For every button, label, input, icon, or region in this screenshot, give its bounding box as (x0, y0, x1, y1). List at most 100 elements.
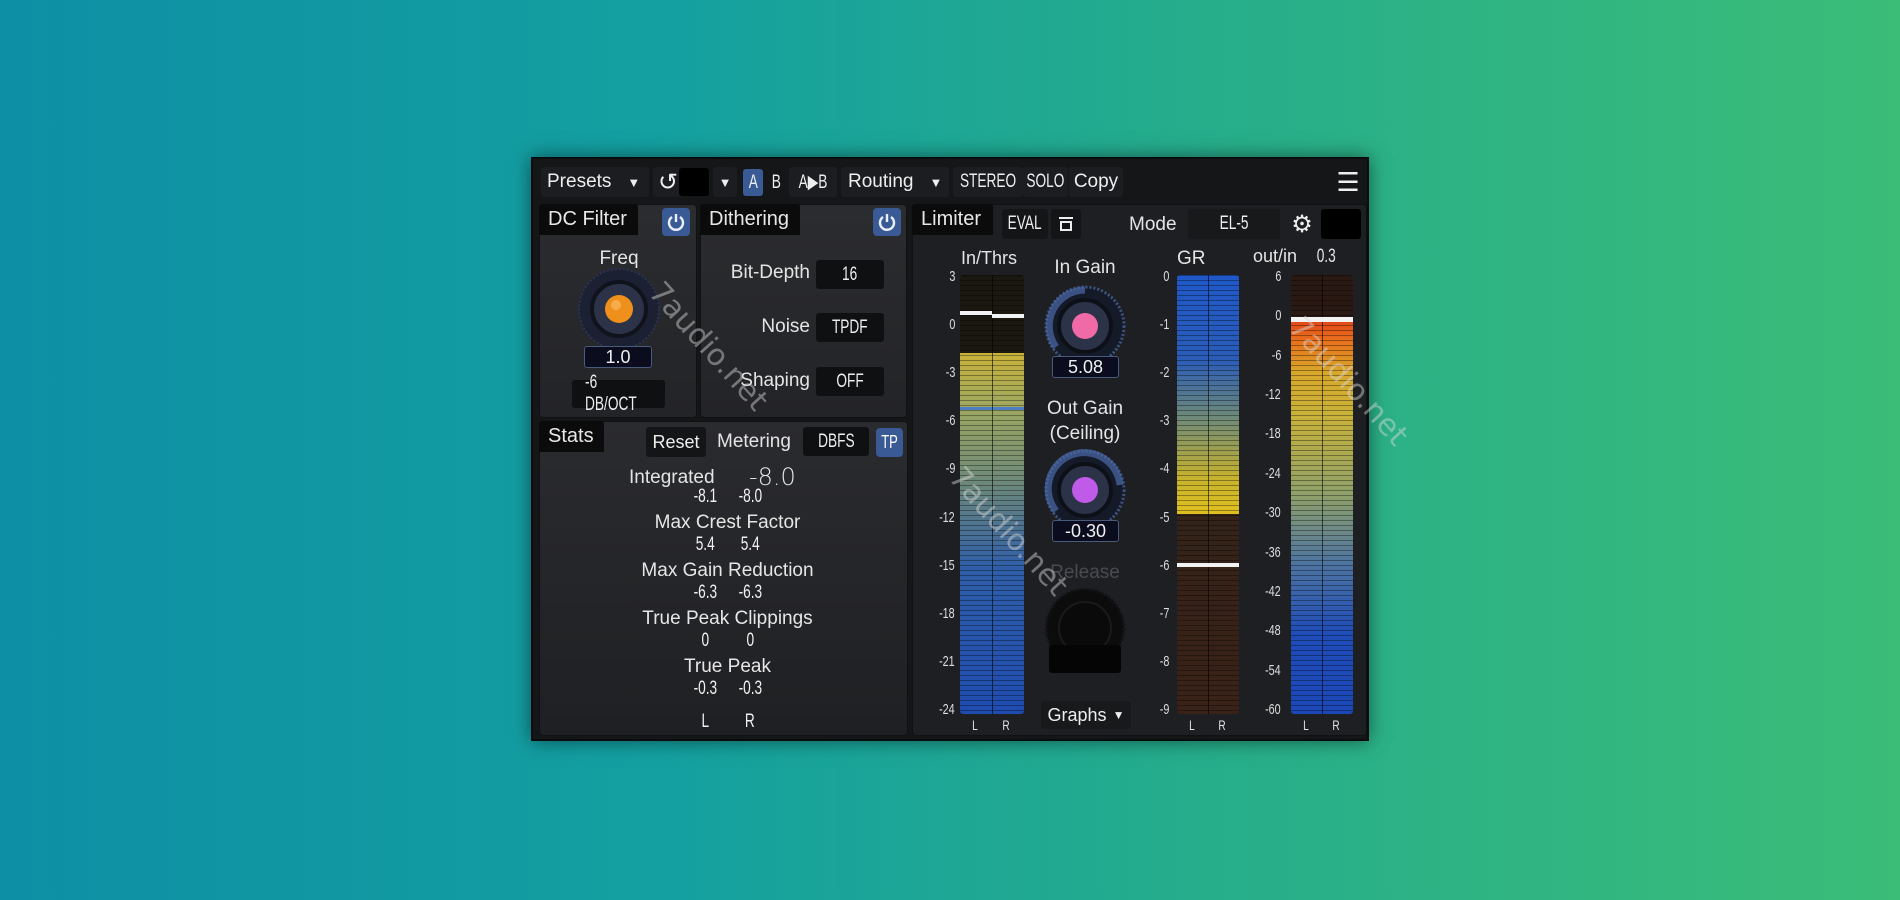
channel-label-r: R (1002, 717, 1010, 733)
channel-label-l: L (972, 717, 978, 733)
out-gain-value[interactable]: -0.30 (1052, 520, 1119, 542)
presets-label: Presets (547, 171, 612, 192)
gain-reduction-meter[interactable] (1177, 275, 1239, 714)
stat-value-l: -8.1 (693, 486, 717, 507)
gr-max-line (1177, 562, 1239, 567)
noise-selector[interactable]: TPDF (816, 313, 884, 342)
scale-tick-label: -9 (1159, 701, 1169, 718)
peak-hold-r (992, 314, 1024, 319)
scale-tick-label: -5 (1159, 508, 1169, 526)
scale-tick-label: -12 (1265, 386, 1281, 404)
presets-button[interactable]: Presets ▼ (541, 167, 649, 197)
mode-label: Mode (1129, 214, 1177, 235)
scale-tick-label: -54 (1265, 661, 1281, 679)
channel-label-l: L (1188, 717, 1195, 733)
stats-panel: Stats Reset Metering DBFS TP Integrated … (539, 421, 908, 736)
stat-label: Max Gain Reduction (641, 560, 814, 581)
stat-value-l: 5.4 (695, 534, 715, 555)
scale-tick-label: -60 (1265, 701, 1281, 718)
scale-tick-label: -4 (1159, 460, 1169, 478)
dithering-power-button[interactable] (873, 208, 901, 236)
chevron-down-icon: ▼ (718, 174, 732, 190)
scale-tick-label: -18 (1265, 425, 1281, 443)
menu-button[interactable]: ☰ (1333, 167, 1363, 197)
preset-name-field[interactable] (679, 168, 709, 196)
in-gain-value[interactable]: 5.08 (1052, 356, 1119, 378)
scale-tick-label: -15 (939, 556, 955, 574)
scale-tick-label: -7 (1159, 604, 1169, 622)
noise-label: Noise (761, 316, 810, 337)
scale-tick-label: -6 (1159, 556, 1169, 574)
power-icon (667, 214, 685, 231)
stats-title: Stats (539, 421, 604, 452)
scale-tick-label: -42 (1265, 582, 1281, 600)
freq-knob[interactable] (577, 267, 661, 351)
mode-selector[interactable]: EL-5 (1188, 209, 1280, 239)
graphs-dropdown[interactable]: Graphs ▼ (1041, 701, 1131, 729)
shaping-selector[interactable]: OFF (816, 367, 884, 396)
scale-tick-label: 0 (948, 316, 955, 334)
reset-button[interactable]: Reset (646, 427, 706, 457)
status-box (1321, 209, 1361, 239)
out-in-label: out/in (1253, 246, 1298, 266)
in-gain-knob[interactable] (1044, 285, 1126, 367)
settings-button[interactable]: ⚙ (1287, 209, 1317, 239)
stat-value-r: -0.3 (738, 678, 762, 699)
bypass-button[interactable] (1051, 209, 1081, 239)
metering-label: Metering (717, 431, 791, 452)
scale-tick-label: 0 (1274, 307, 1281, 325)
scale-tick-label: -48 (1265, 622, 1281, 640)
out-gain-label: Out Gain (1046, 398, 1124, 419)
stat-value-l: 0 (701, 630, 709, 651)
hamburger-icon: ☰ (1336, 166, 1360, 197)
freq-value[interactable]: 1.0 (584, 346, 652, 368)
dc-filter-power-button[interactable] (662, 208, 690, 236)
copy-button[interactable]: Copy (1069, 167, 1123, 197)
stereo-button[interactable]: STEREO (953, 167, 1023, 197)
solo-button[interactable]: SOLO (1023, 167, 1068, 197)
scale-tick-label: -36 (1265, 543, 1281, 561)
chevron-down-icon: ▼ (1112, 708, 1125, 722)
slope-selector[interactable]: -6 DB/OCT (572, 372, 665, 415)
bit-depth-selector[interactable]: 16 (816, 260, 884, 289)
scale-tick-label: -6 (1271, 346, 1281, 364)
power-icon (878, 214, 896, 231)
eval-button[interactable]: EVAL (1002, 209, 1048, 239)
ab-a-button[interactable]: A (743, 169, 763, 196)
scale-tick-label: -24 (1265, 464, 1281, 482)
stat-value-r: 5.4 (740, 534, 760, 555)
scale-tick-label: -1 (1159, 316, 1169, 334)
ab-copy-button[interactable]: A▶B (789, 167, 837, 197)
release-value (1049, 645, 1121, 673)
toolbar: Presets ▼ ↺ ▼ A B A▶B Routing ▼ STEREO SOL… (533, 165, 1367, 199)
limiter-panel: Limiter EVAL Mode EL-5 ⚙ In/Thrs 3 0 -3 -6 -… (912, 204, 1367, 736)
stat-value-l: -6.3 (693, 582, 717, 603)
dithering-title: Dithering (700, 204, 800, 235)
scale-tick-label: 3 (948, 268, 955, 285)
stat-label: True Peak Clippings (642, 608, 813, 629)
scale-tick-label: -30 (1265, 504, 1281, 522)
out-gain-knob[interactable] (1044, 449, 1126, 531)
stat-value-l: -0.3 (693, 678, 717, 699)
scale-tick-label: -3 (1159, 412, 1169, 430)
true-peak-toggle[interactable]: TP (876, 428, 903, 457)
scale-tick-label: -6 (945, 412, 955, 430)
out-in-value: 0.3 (1316, 246, 1336, 267)
chevron-down-icon: ▼ (627, 174, 641, 190)
scale-tick-label: 6 (1274, 268, 1281, 285)
stat-value-r: 0 (746, 630, 754, 651)
chevron-down-icon: ▼ (929, 174, 943, 190)
scale-tick-label: -21 (939, 652, 955, 670)
stats-r-label: R (745, 711, 755, 732)
scale-tick-label: -24 (939, 701, 955, 718)
stat-value-r: -8.0 (738, 486, 762, 507)
in-thrs-label: In/Thrs (961, 248, 1018, 268)
scale-tick-label: -18 (939, 604, 955, 622)
in-gain-label: In Gain (1054, 257, 1116, 278)
metering-selector[interactable]: DBFS (803, 427, 869, 456)
compare-icon (1059, 217, 1073, 231)
channel-label-l: L (1302, 717, 1309, 733)
ab-b-button[interactable]: B (767, 169, 785, 196)
preset-dropdown-button[interactable]: ▼ (713, 167, 737, 197)
routing-dropdown[interactable]: Routing ▼ (841, 167, 949, 197)
